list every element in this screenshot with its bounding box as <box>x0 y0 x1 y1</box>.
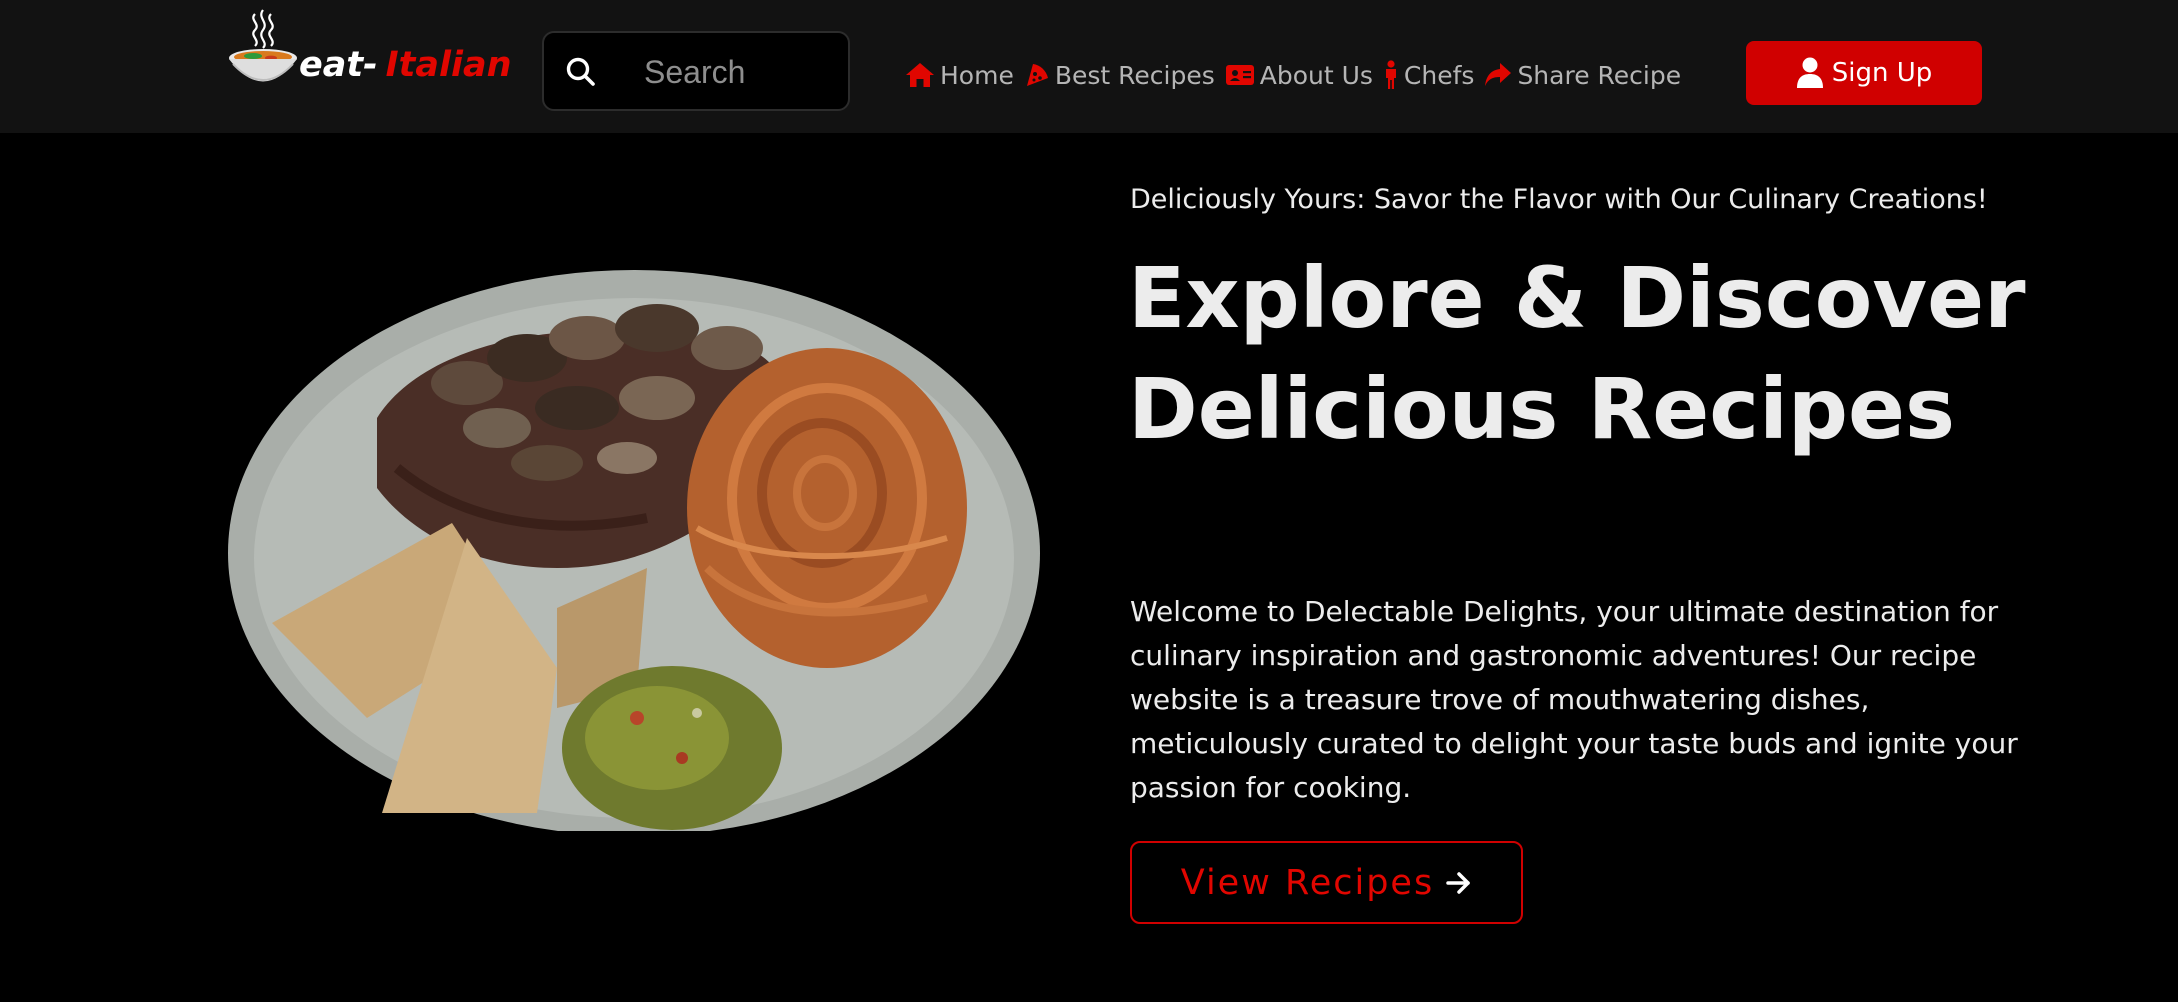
hero-intro: Welcome to Delectable Delights, your ult… <box>1130 595 2018 804</box>
hero-tagline: Deliciously Yours: Savor the Flavor with… <box>1130 184 1988 215</box>
view-recipes-label: View Recipes <box>1180 862 1435 903</box>
sign-up-label: Sign Up <box>1831 58 1933 88</box>
nav-item-best-recipes[interactable]: Best Recipes <box>1024 61 1215 90</box>
nav-item-label: Chefs <box>1403 60 1475 90</box>
nav-item-label: About Us <box>1259 60 1373 90</box>
person-icon <box>1385 60 1396 89</box>
sign-up-button[interactable]: Sign Up <box>1746 41 1982 105</box>
arrow-right-icon <box>1446 871 1470 894</box>
home-icon <box>906 63 934 87</box>
search-icon[interactable] <box>564 55 598 89</box>
navbar: eat-Italian Home Best Recipes <box>0 0 2178 133</box>
brand-name-white: eat- <box>299 45 378 85</box>
brand-name-red: Italian <box>385 45 512 85</box>
search-input[interactable] <box>642 47 842 97</box>
hero-headline: Explore & Discover Delicious Recipes <box>1128 249 2026 458</box>
pizza-slice-icon <box>1026 64 1048 86</box>
nav-item-chefs[interactable]: Chefs <box>1383 60 1475 90</box>
nav-item-label: Best Recipes <box>1054 60 1215 90</box>
nav-item-label: Share Recipe <box>1517 60 1682 90</box>
logo[interactable]: eat- Italian <box>225 8 512 92</box>
id-card-icon <box>1225 65 1254 85</box>
soup-bowl-icon <box>229 9 297 82</box>
hero-food-image <box>228 270 1040 831</box>
nav-item-home[interactable]: Home <box>905 61 1014 90</box>
nav-item-share-recipe[interactable]: Share Recipe <box>1484 61 1681 90</box>
nav-item-label: Home <box>940 60 1014 90</box>
nav-item-about-us[interactable]: About Us <box>1225 61 1373 90</box>
search-box <box>542 31 850 111</box>
share-arrow-icon <box>1485 63 1512 86</box>
view-recipes-button[interactable]: View Recipes <box>1130 841 1523 924</box>
brand-name: eat- Italian <box>299 48 512 83</box>
nav-links: Home Best Recipes About Us Chefs Share R… <box>905 55 1681 95</box>
user-icon <box>1796 57 1823 88</box>
